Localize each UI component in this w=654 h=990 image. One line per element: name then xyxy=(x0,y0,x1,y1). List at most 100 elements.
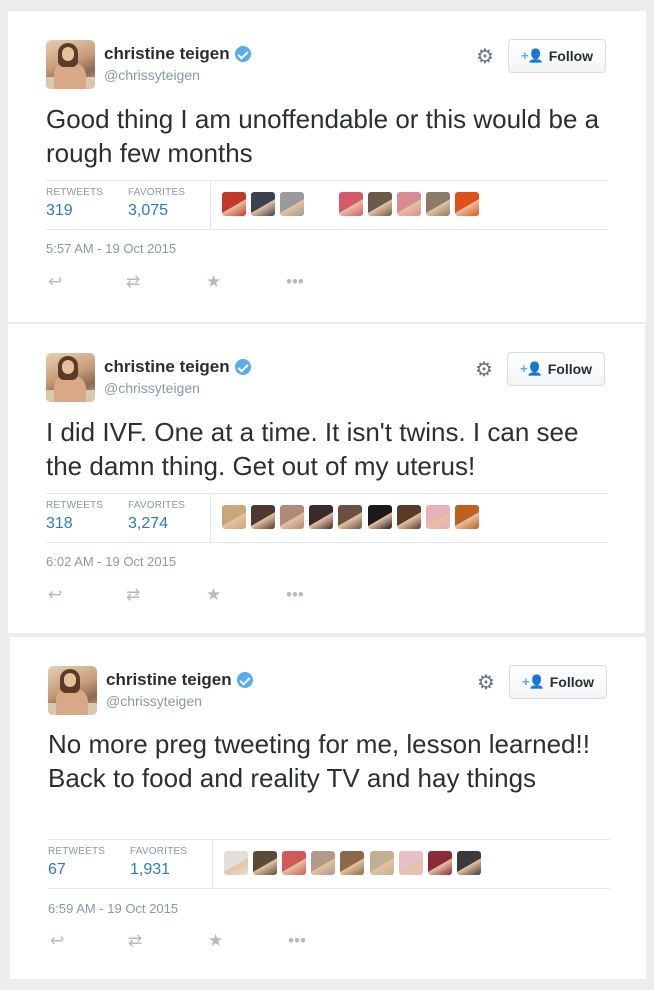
avatar[interactable] xyxy=(48,666,97,715)
user-handle[interactable]: @chrissyteigen xyxy=(104,67,251,83)
star-icon[interactable]: ★ xyxy=(206,584,221,606)
star-icon[interactable]: ★ xyxy=(208,930,223,952)
favorites-label: FAVORITES xyxy=(128,500,186,511)
user-info: christine teigen @chrissyteigen xyxy=(106,670,253,709)
retweets-stat[interactable]: RETWEETS 67 xyxy=(48,846,105,879)
favoriter-avatar[interactable] xyxy=(455,505,479,529)
tweet-timestamp[interactable]: 6:59 AM - 19 Oct 2015 xyxy=(48,901,178,916)
retweets-count: 67 xyxy=(48,861,66,878)
retweet-icon[interactable]: ⇄ xyxy=(126,271,140,293)
follow-button[interactable]: +👤 Follow xyxy=(509,665,607,699)
favoriter-avatar[interactable] xyxy=(397,505,421,529)
favorites-label: FAVORITES xyxy=(130,846,188,857)
favoriter-avatar[interactable] xyxy=(222,192,246,216)
follow-button[interactable]: +👤 Follow xyxy=(507,352,605,386)
gear-icon[interactable]: ⚙ xyxy=(477,673,495,693)
retweets-count: 318 xyxy=(46,515,73,532)
favorites-count: 3,274 xyxy=(128,515,169,532)
retweet-icon[interactable]: ⇄ xyxy=(128,930,142,952)
user-info: christine teigen @chrissyteigen xyxy=(104,357,251,396)
gear-icon[interactable]: ⚙ xyxy=(475,360,493,380)
stats-divider xyxy=(212,840,213,888)
tweet-card: christine teigen @chrissyteigen ⚙ +👤 Fol… xyxy=(8,324,645,633)
retweets-count: 319 xyxy=(46,202,73,219)
more-dots-icon[interactable]: ••• xyxy=(286,271,304,293)
favoriter-avatar[interactable] xyxy=(426,192,450,216)
favoriter-avatar[interactable] xyxy=(368,192,392,216)
retweet-icon[interactable]: ⇄ xyxy=(126,584,140,606)
more-dots-icon[interactable]: ••• xyxy=(286,584,304,606)
favoriter-avatar[interactable] xyxy=(457,851,481,875)
retweets-label: RETWEETS xyxy=(46,500,104,511)
favoriter-avatar[interactable] xyxy=(224,851,248,875)
user-handle[interactable]: @chrissyteigen xyxy=(104,380,251,396)
favorites-count: 1,931 xyxy=(130,861,171,878)
tweet-stats: RETWEETS 319 FAVORITES 3,075 xyxy=(46,180,608,230)
stats-divider xyxy=(210,181,211,229)
favoriter-avatar[interactable] xyxy=(253,851,277,875)
tweet-stats: RETWEETS 318 FAVORITES 3,274 xyxy=(46,493,608,543)
favoriter-avatar[interactable] xyxy=(311,851,335,875)
favoriter-avatar[interactable] xyxy=(428,851,452,875)
favorites-stat[interactable]: FAVORITES 3,075 xyxy=(128,187,185,220)
user-handle[interactable]: @chrissyteigen xyxy=(106,693,253,709)
reply-icon[interactable]: ↩ xyxy=(48,584,62,606)
gear-icon[interactable]: ⚙ xyxy=(476,47,494,67)
follow-button-label: Follow xyxy=(548,48,594,64)
favoriter-avatar[interactable] xyxy=(280,192,304,216)
tweet-actions: ↩ ⇄ ★ ••• xyxy=(48,930,348,952)
tweet-stats: RETWEETS 67 FAVORITES 1,931 xyxy=(48,839,610,889)
follow-person-plus-icon: +👤 xyxy=(519,361,543,376)
verified-badge-icon xyxy=(236,672,253,688)
tweet-card: christine teigen @chrissyteigen ⚙ +👤 Fol… xyxy=(10,637,646,979)
tweet-timestamp[interactable]: 6:02 AM - 19 Oct 2015 xyxy=(46,554,176,569)
favoriter-avatar[interactable] xyxy=(251,192,275,216)
favorites-stat[interactable]: FAVORITES 3,274 xyxy=(128,500,185,533)
user-fullname[interactable]: christine teigen xyxy=(106,670,232,690)
favoriter-avatar[interactable] xyxy=(309,505,333,529)
more-dots-icon[interactable]: ••• xyxy=(288,930,306,952)
follow-person-plus-icon: +👤 xyxy=(521,674,545,689)
favoriter-avatar[interactable] xyxy=(340,851,364,875)
favoriter-avatar[interactable] xyxy=(280,505,304,529)
favoriter-avatar[interactable] xyxy=(282,851,306,875)
favoriter-avatar[interactable] xyxy=(399,851,423,875)
follow-button-label: Follow xyxy=(547,361,593,377)
tweet-actions: ↩ ⇄ ★ ••• xyxy=(46,584,346,606)
user-info: christine teigen @chrissyteigen xyxy=(104,44,251,83)
reply-icon[interactable]: ↩ xyxy=(48,271,62,293)
favoriter-avatar[interactable] xyxy=(222,505,246,529)
verified-badge-icon xyxy=(234,359,251,375)
tweet-timestamp[interactable]: 5:57 AM - 19 Oct 2015 xyxy=(46,241,176,256)
user-fullname[interactable]: christine teigen xyxy=(104,357,230,377)
favorites-label: FAVORITES xyxy=(128,187,186,198)
stats-divider xyxy=(210,494,211,542)
favoriter-avatar[interactable] xyxy=(370,851,394,875)
reply-icon[interactable]: ↩ xyxy=(50,930,64,952)
star-icon[interactable]: ★ xyxy=(206,271,221,293)
retweets-label: RETWEETS xyxy=(48,846,106,857)
favoriter-avatar[interactable] xyxy=(251,505,275,529)
user-fullname[interactable]: christine teigen xyxy=(104,44,230,64)
favoriter-avatar[interactable] xyxy=(368,505,392,529)
tweet-text: Good thing I am unoffendable or this wou… xyxy=(46,104,600,168)
follow-button[interactable]: +👤 Follow xyxy=(508,39,606,73)
tweet-text: I did IVF. One at a time. It isn't twins… xyxy=(46,417,579,481)
avatar[interactable] xyxy=(46,40,95,89)
retweets-stat[interactable]: RETWEETS 318 xyxy=(46,500,103,533)
retweets-label: RETWEETS xyxy=(46,187,104,198)
follow-button-label: Follow xyxy=(549,674,595,690)
tweet-text: No more preg tweeting for me, lesson lea… xyxy=(48,729,590,793)
verified-badge-icon xyxy=(234,46,251,62)
favoriter-avatar[interactable] xyxy=(397,192,421,216)
favoriter-avatar[interactable] xyxy=(455,192,479,216)
favorites-count: 3,075 xyxy=(128,202,169,219)
favoriter-avatar[interactable] xyxy=(338,505,362,529)
favoriter-avatar[interactable] xyxy=(339,192,363,216)
tweet-card: christine teigen @chrissyteigen ⚙ +👤 Fol… xyxy=(8,11,646,322)
tweet-actions: ↩ ⇄ ★ ••• xyxy=(46,271,346,293)
retweets-stat[interactable]: RETWEETS 319 xyxy=(46,187,103,220)
favoriter-avatar[interactable] xyxy=(426,505,450,529)
favorites-stat[interactable]: FAVORITES 1,931 xyxy=(130,846,187,879)
avatar[interactable] xyxy=(46,353,95,402)
